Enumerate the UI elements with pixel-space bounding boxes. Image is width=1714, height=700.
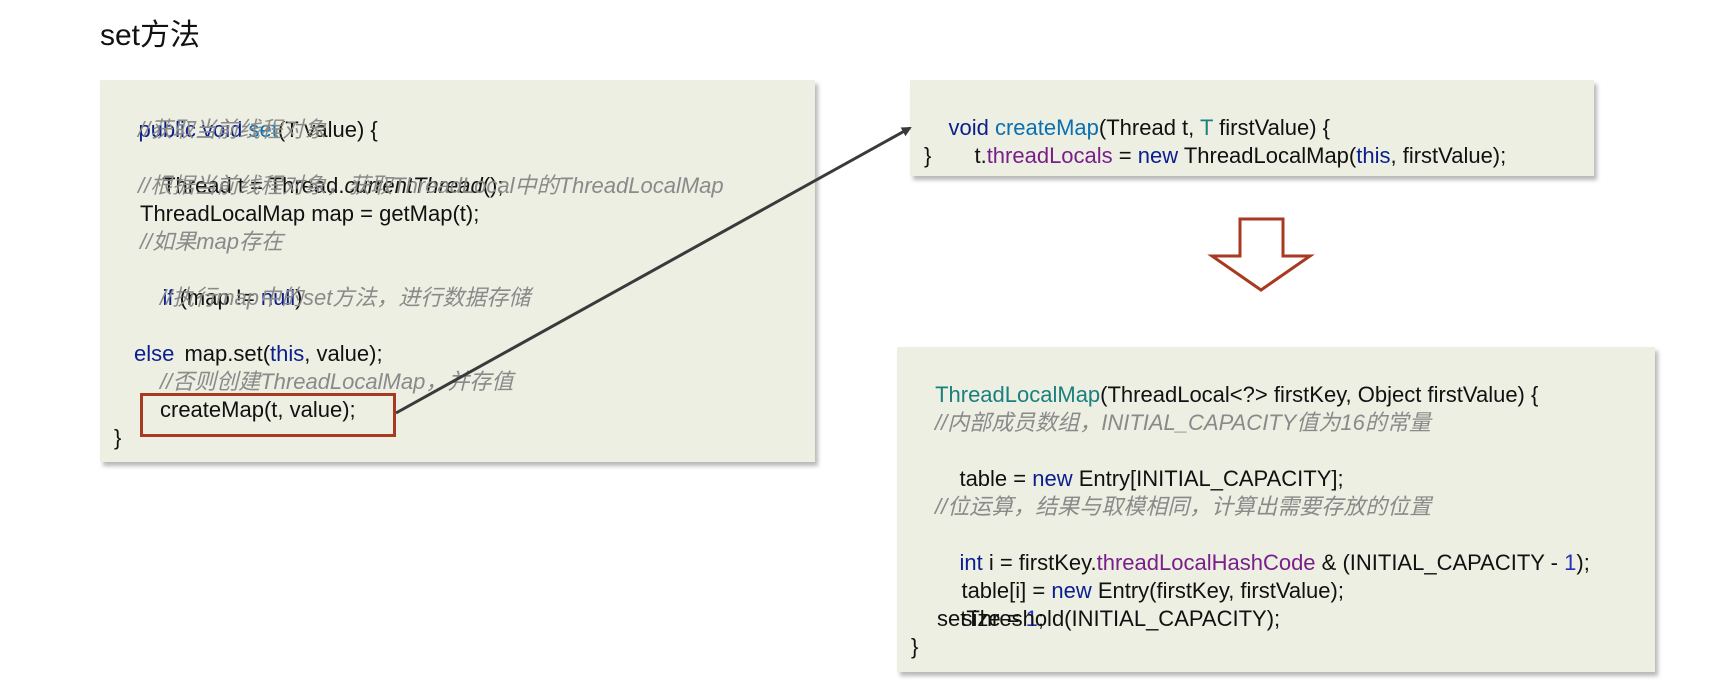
connector-arrow <box>395 126 912 415</box>
down-arrow-icon <box>1207 217 1315 292</box>
diagram-overlay <box>395 126 1315 415</box>
